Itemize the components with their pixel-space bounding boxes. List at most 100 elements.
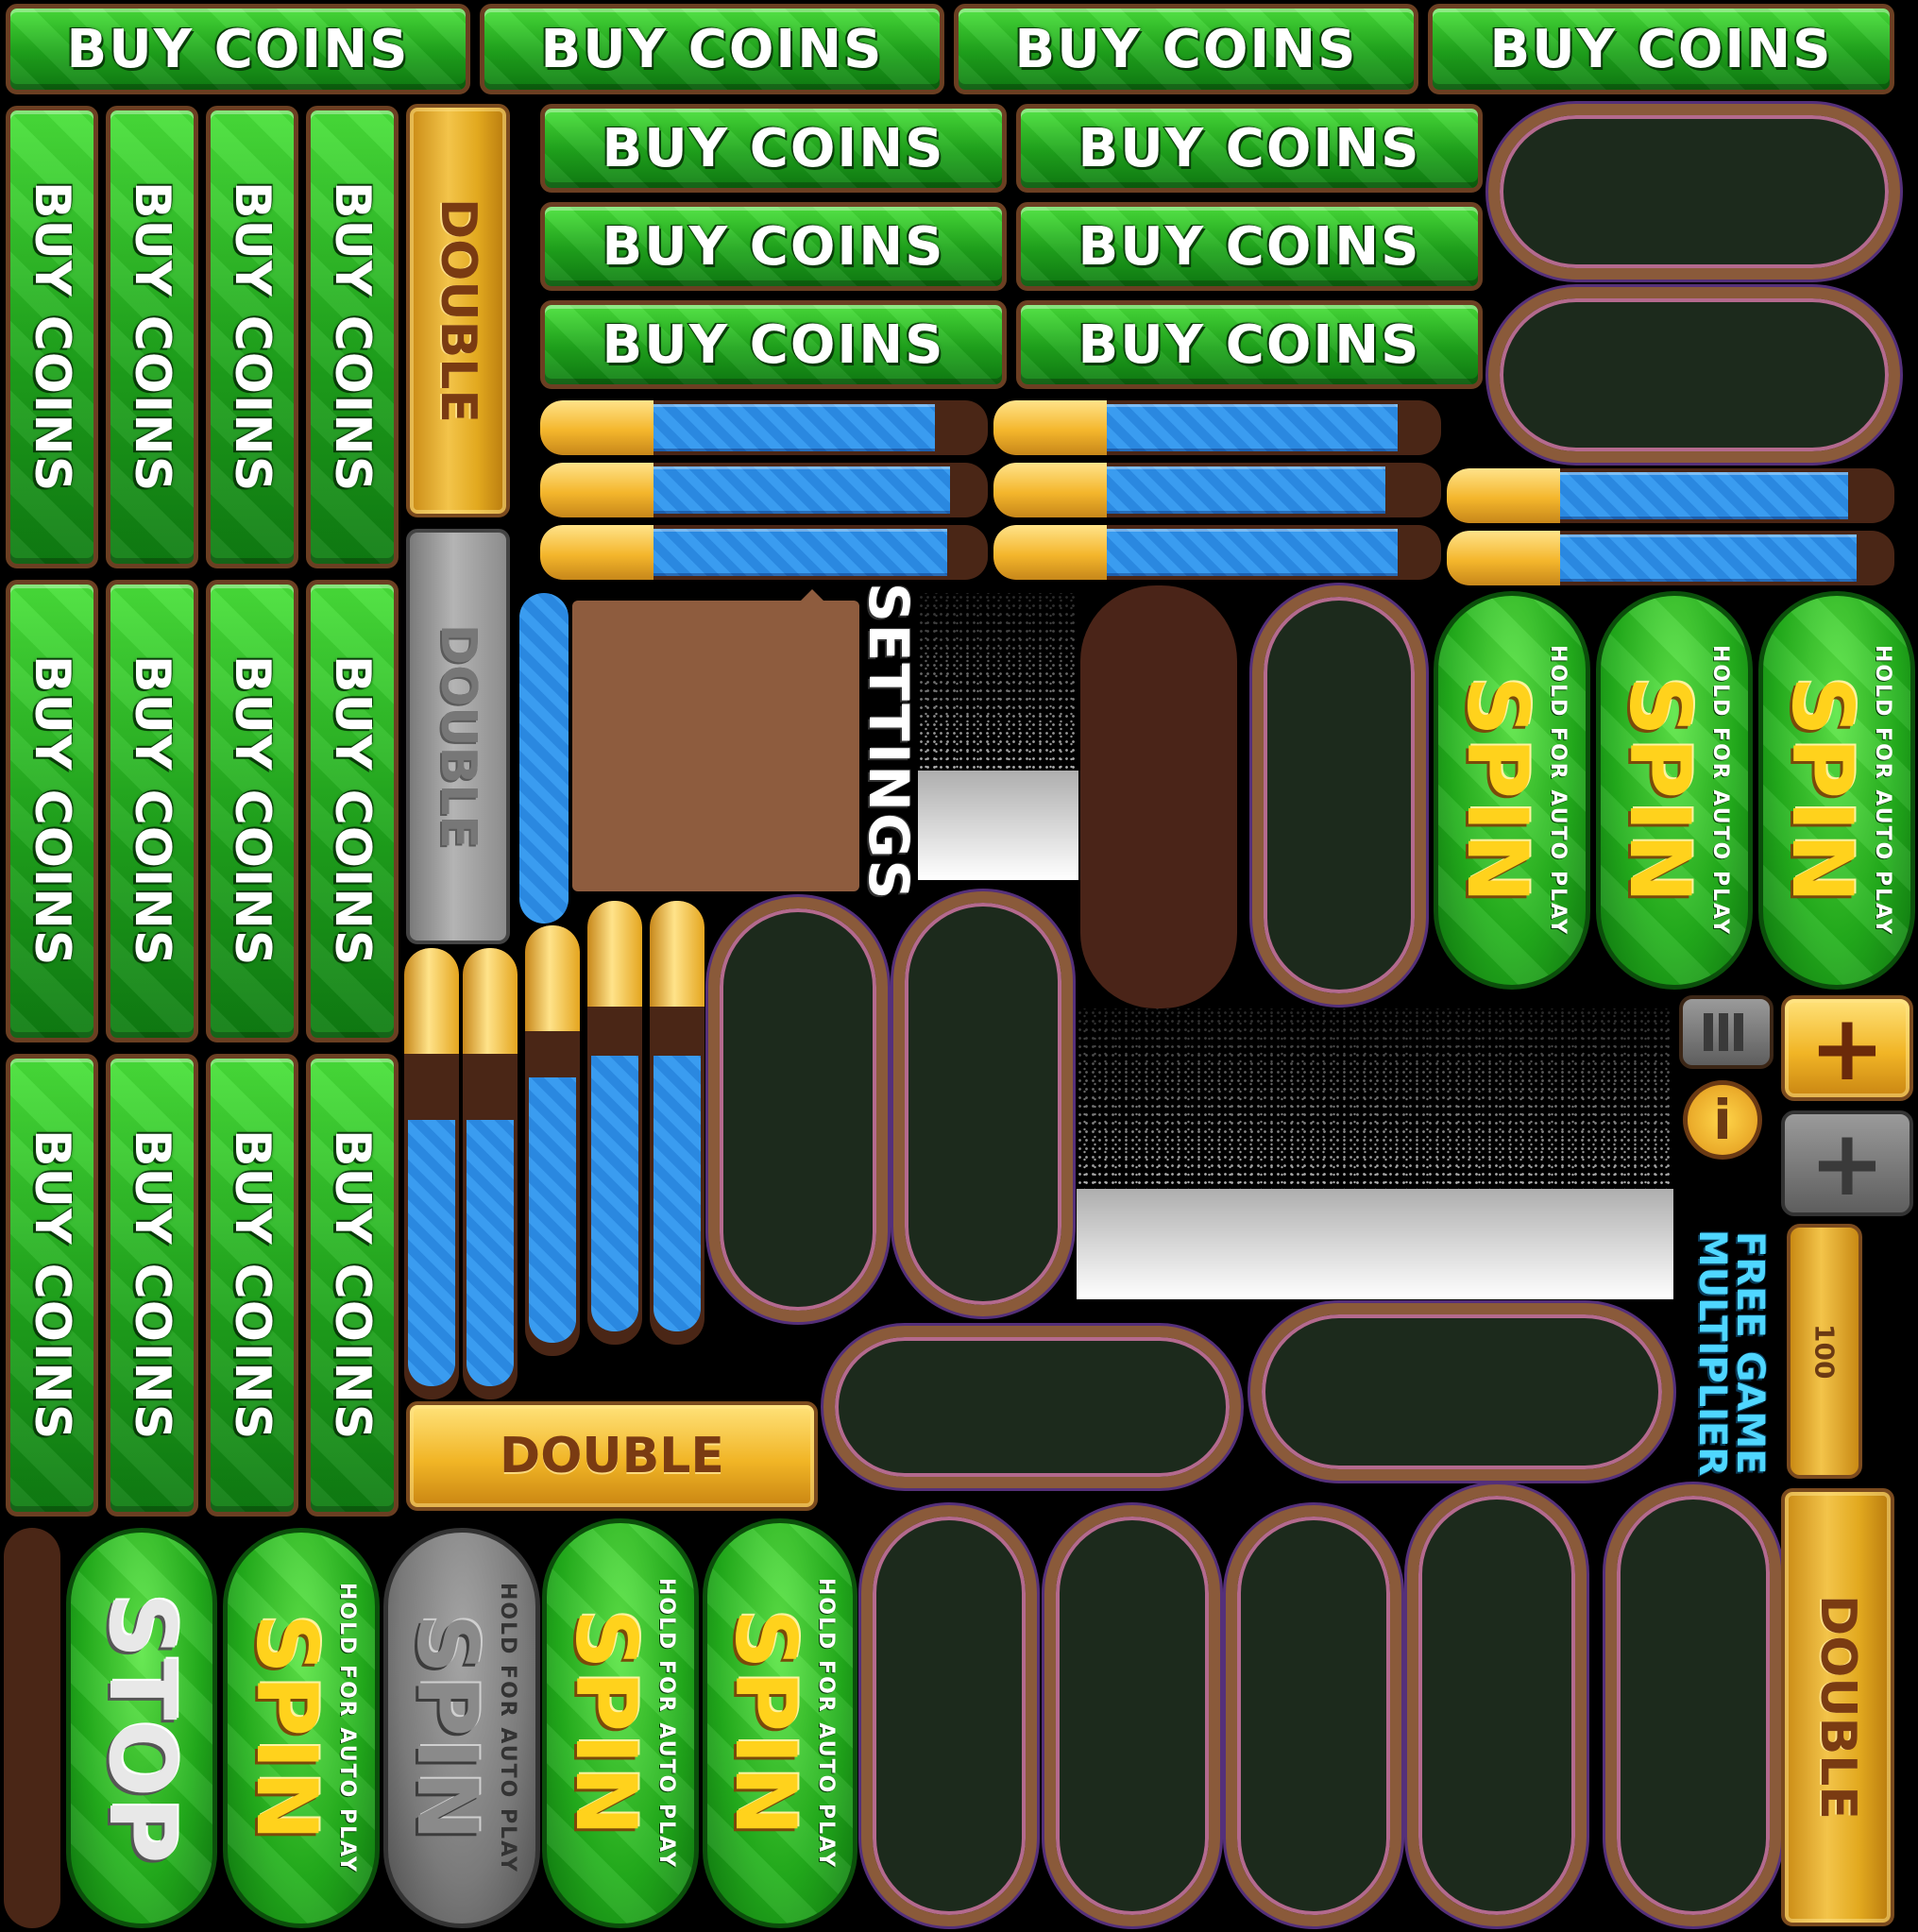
progress-bar [540, 525, 988, 580]
progress-bar-cap [1447, 531, 1560, 585]
spin-label: SPIN [399, 1613, 496, 1843]
buy-coins-button-vertical[interactable]: BUY COINS [6, 106, 98, 568]
buy-coins-button-vertical[interactable]: BUY COINS [6, 1054, 98, 1517]
buy-coins-button[interactable]: BUY COINS [1016, 300, 1483, 389]
buy-coins-button-vertical[interactable]: BUY COINS [306, 106, 399, 568]
vertical-progress-bar-fill [408, 1120, 455, 1386]
spin-button[interactable]: SPIN HOLD FOR AUTO PLAY [703, 1518, 857, 1928]
dark-panel [1488, 287, 1900, 463]
buy-coins-button[interactable]: BUY COINS [6, 4, 470, 94]
dark-panel [1407, 1484, 1587, 1926]
spin-button[interactable]: SPIN HOLD FOR AUTO PLAY [1434, 591, 1590, 990]
settings-label: SETTINGS [857, 583, 921, 902]
double-button-disabled[interactable]: DOUBLE [406, 529, 510, 944]
progress-bar-cap [540, 463, 653, 517]
plus-button-disabled[interactable]: + [1781, 1110, 1913, 1216]
buy-coins-label: BUY COINS [1078, 314, 1421, 376]
buy-coins-button[interactable]: BUY COINS [540, 104, 1007, 193]
buy-coins-button[interactable]: BUY COINS [1016, 104, 1483, 193]
double-label: DOUBLE [430, 624, 486, 849]
progress-bar-cap [993, 463, 1107, 517]
buy-coins-button-vertical[interactable]: BUY COINS [206, 106, 298, 568]
spin-label: SPIN [1611, 675, 1708, 906]
buy-coins-label: BUY COINS [324, 1129, 381, 1441]
spin-sub-label: HOLD FOR AUTO PLAY [1546, 645, 1570, 936]
free-game-multiplier-label: FREE GAME MULTIPLIER [1690, 1229, 1772, 1477]
buy-coins-label: BUY COINS [66, 18, 410, 80]
spin-button[interactable]: SPIN HOLD FOR AUTO PLAY [542, 1518, 699, 1928]
dark-panel [1044, 1505, 1220, 1926]
buy-coins-button[interactable]: BUY COINS [1016, 202, 1483, 291]
vertical-progress-bar-fill [529, 1077, 576, 1343]
progress-bar-fill [1560, 534, 1857, 582]
buy-coins-label: BUY COINS [124, 181, 180, 493]
spin-button[interactable]: SPIN HOLD FOR AUTO PLAY [1758, 591, 1915, 990]
buy-coins-button-vertical[interactable]: BUY COINS [106, 106, 198, 568]
buy-coins-button-vertical[interactable]: BUY COINS [106, 580, 198, 1042]
multiplier-value-box: 100 [1787, 1224, 1862, 1479]
progress-bar-fill [1560, 472, 1848, 519]
buy-coins-button-vertical[interactable]: BUY COINS [6, 580, 98, 1042]
double-label: DOUBLE [1809, 1595, 1866, 1820]
buy-coins-button[interactable]: BUY COINS [540, 300, 1007, 389]
spin-sub-label: HOLD FOR AUTO PLAY [814, 1578, 838, 1869]
progress-bar-fill [653, 529, 947, 576]
buy-coins-label: BUY COINS [124, 1129, 180, 1441]
progress-bar [1447, 468, 1894, 523]
menu-button[interactable] [1679, 995, 1774, 1069]
spin-sub-label: HOLD FOR AUTO PLAY [1871, 645, 1894, 936]
spin-button[interactable]: SPIN HOLD FOR AUTO PLAY [1596, 591, 1753, 990]
menu-icon [1704, 1013, 1749, 1051]
spin-button-disabled[interactable]: SPIN HOLD FOR AUTO PLAY [383, 1528, 540, 1928]
buy-coins-label: BUY COINS [602, 314, 945, 376]
settings-panel [572, 601, 859, 891]
progress-bar [540, 463, 988, 517]
buy-coins-button[interactable]: BUY COINS [954, 4, 1418, 94]
vertical-progress-bar-fill [653, 1056, 701, 1331]
free-game-multiplier-label-box: FREE GAME MULTIPLIER [1679, 1224, 1783, 1483]
progress-bar-cap [1447, 468, 1560, 523]
double-button[interactable]: DOUBLE [406, 104, 510, 517]
buy-coins-button-vertical[interactable]: BUY COINS [106, 1054, 198, 1517]
spin-label: SPIN [717, 1608, 814, 1839]
buy-coins-button-vertical[interactable]: BUY COINS [306, 580, 399, 1042]
progress-bar-cap [993, 400, 1107, 455]
progress-bar-cap [540, 525, 653, 580]
vertical-progress-bar-cap [404, 948, 459, 1054]
progress-bar-fill [653, 404, 935, 451]
plus-button[interactable]: + [1781, 995, 1913, 1101]
spin-sub-label: HOLD FOR AUTO PLAY [654, 1578, 678, 1869]
buy-coins-label: BUY COINS [324, 181, 381, 493]
spin-label: SPIN [557, 1608, 654, 1839]
double-button[interactable]: DOUBLE [406, 1401, 818, 1511]
vertical-progress-bar-fill [591, 1056, 638, 1331]
dark-panel [1252, 585, 1426, 1005]
buy-coins-label: BUY COINS [1078, 215, 1421, 278]
vertical-bar-fill [519, 593, 569, 924]
buy-coins-button[interactable]: BUY COINS [540, 202, 1007, 291]
vertical-progress-bar-cap [587, 901, 642, 1007]
vertical-progress-bar-cap [463, 948, 518, 1054]
brown-shape [1080, 784, 1237, 1008]
buy-coins-button-vertical[interactable]: BUY COINS [306, 1054, 399, 1517]
info-button[interactable]: i [1683, 1080, 1762, 1160]
particle-strip [1077, 1008, 1673, 1299]
vertical-progress-bar [463, 948, 518, 1399]
progress-bar [993, 463, 1441, 517]
spin-sub-label: HOLD FOR AUTO PLAY [1708, 645, 1732, 936]
buy-coins-button-vertical[interactable]: BUY COINS [206, 580, 298, 1042]
spin-sub-label: HOLD FOR AUTO PLAY [335, 1583, 359, 1873]
buy-coins-button[interactable]: BUY COINS [1428, 4, 1894, 94]
buy-coins-label: BUY COINS [602, 117, 945, 179]
stop-button[interactable]: STOP [66, 1528, 217, 1928]
spin-label: SPIN [1449, 675, 1546, 906]
buy-coins-button-vertical[interactable]: BUY COINS [206, 1054, 298, 1517]
progress-bar [993, 525, 1441, 580]
vertical-progress-bar [650, 901, 704, 1345]
spin-button[interactable]: SPIN HOLD FOR AUTO PLAY [223, 1528, 380, 1928]
vertical-progress-bar [587, 901, 642, 1345]
double-button[interactable]: DOUBLE [1781, 1488, 1894, 1926]
sprite-atlas: BUY COINS BUY COINS BUY COINS BUY COINS … [0, 0, 1918, 1932]
buy-coins-button[interactable]: BUY COINS [480, 4, 944, 94]
vertical-progress-bar-cap [650, 901, 704, 1007]
